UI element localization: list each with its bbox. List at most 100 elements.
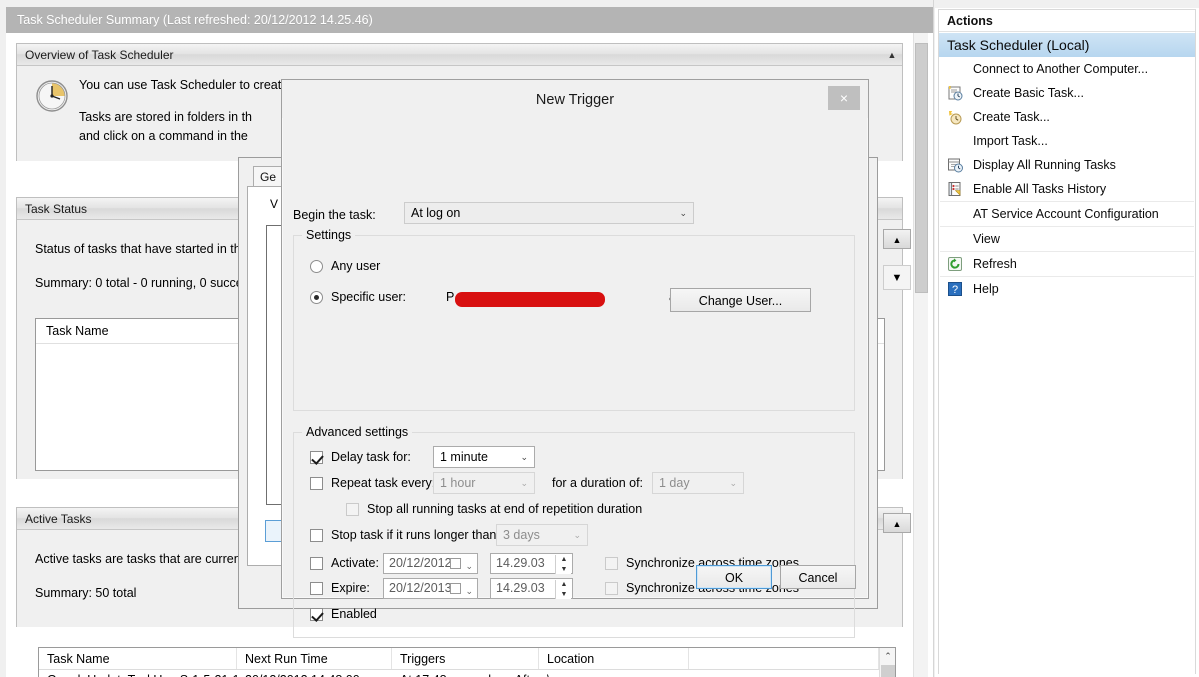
stop-all-running-tasks-checkbox[interactable] [346, 503, 359, 516]
action-refresh[interactable]: Refresh [939, 252, 1195, 276]
calendar-icon [450, 583, 461, 594]
action-label: Create Task... [973, 110, 1050, 124]
task-list-scrollbar[interactable]: ⌃ [879, 648, 895, 677]
redaction-bar [455, 292, 605, 307]
expire-time-spinner[interactable]: ▲ ▼ [555, 580, 571, 599]
new-trigger-dialog: New Trigger × Begin the task: At log on … [281, 79, 869, 638]
expire-checkbox[interactable] [310, 582, 323, 595]
column-header-extra[interactable] [689, 648, 879, 669]
duration-value: 1 day [659, 476, 690, 490]
stop-task-longer-value: 3 days [503, 528, 540, 542]
advanced-settings-group: Advanced settings Delay task for: 1 minu… [293, 425, 855, 638]
clock-icon [35, 79, 69, 113]
expire-date-field[interactable]: 20/12/2013 ⌄ [383, 578, 478, 599]
begin-task-select[interactable]: At log on ⌄ [404, 202, 694, 224]
action-label: Refresh [973, 257, 1017, 271]
cancel-button[interactable]: Cancel [780, 565, 856, 589]
stop-all-running-tasks-label: Stop all running tasks at end of repetit… [367, 502, 643, 516]
enabled-checkbox[interactable] [310, 608, 323, 621]
expire-sync-checkbox[interactable] [605, 582, 618, 595]
activate-time-spinner[interactable]: ▲ ▼ [555, 555, 571, 574]
user-value-prefix: P [446, 290, 455, 304]
column-header-location[interactable]: Location [539, 648, 689, 669]
task-status-collapse-button[interactable]: ▲ [883, 229, 911, 249]
change-user-button[interactable]: Change User... [670, 288, 811, 312]
advanced-settings-group-label: Advanced settings [302, 425, 413, 439]
activate-checkbox[interactable] [310, 557, 323, 570]
action-import-task[interactable]: Import Task... [939, 129, 1195, 153]
actions-list: Connect to Another Computer... Create Ba… [939, 57, 1195, 301]
activate-sync-checkbox[interactable] [605, 557, 618, 570]
action-help[interactable]: ? Help [939, 277, 1195, 301]
active-tasks-collapse-button[interactable]: ▲ [883, 513, 911, 533]
activate-date-field[interactable]: 20/12/2012 ⌄ [383, 553, 478, 574]
duration-select[interactable]: 1 day ⌄ [652, 472, 744, 494]
column-header-next-run-time[interactable]: Next Run Time [237, 648, 392, 669]
repeat-task-label[interactable]: Repeat task every: [331, 476, 435, 490]
action-enable-all-tasks-history[interactable]: Enable All Tasks History [939, 177, 1195, 201]
content-scrollbar-thumb[interactable] [915, 43, 928, 293]
any-user-radio[interactable] [310, 260, 323, 273]
action-display-all-running-tasks[interactable]: Display All Running Tasks [939, 153, 1195, 177]
action-label: Create Basic Task... [973, 86, 1084, 100]
action-label: Connect to Another Computer... [973, 62, 1149, 76]
table-row[interactable]: GoogleUpdateTaskUserS-1-5-21-1... 20/12/… [39, 670, 895, 677]
column-header-task-name[interactable]: Task Name [39, 648, 237, 669]
action-label: Help [973, 282, 999, 296]
task-status-expand-button[interactable]: ▼ [883, 265, 911, 290]
overview-paragraph-2-line-1: Tasks are stored in folders in th [79, 110, 252, 124]
spinner-up-icon[interactable]: ▲ [556, 555, 572, 564]
repeat-task-value: 1 hour [440, 476, 476, 490]
delay-task-label[interactable]: Delay task for: [331, 450, 411, 464]
actions-pane: Actions Task Scheduler (Local) Connect t… [935, 0, 1199, 677]
any-user-label[interactable]: Any user [331, 259, 380, 273]
window-title: Task Scheduler Summary (Last refreshed: … [17, 13, 373, 27]
dialog-title: New Trigger [282, 80, 868, 118]
action-view[interactable]: View [939, 227, 1195, 251]
action-at-service-account-configuration[interactable]: AT Service Account Configuration [939, 202, 1195, 226]
help-icon: ? [947, 281, 963, 297]
delay-task-checkbox[interactable] [310, 451, 323, 464]
screen: Task Scheduler Summary (Last refreshed: … [0, 0, 1199, 677]
collapse-chevron-icon: ▲ [892, 519, 902, 529]
column-header-triggers[interactable]: Triggers [392, 648, 539, 669]
action-create-basic-task[interactable]: Create Basic Task... [939, 81, 1195, 105]
activate-time-field[interactable]: 14.29.03 ▲ ▼ [490, 553, 573, 574]
active-tasks-line-1: Active tasks are tasks that are currentl [35, 552, 247, 566]
spinner-down-icon[interactable]: ▼ [556, 565, 572, 574]
close-icon[interactable]: × [828, 86, 860, 110]
spinner-up-icon[interactable]: ▲ [556, 580, 572, 589]
actions-scope-task-scheduler-local[interactable]: Task Scheduler (Local) [939, 33, 1195, 57]
content-scrollbar[interactable] [913, 33, 928, 677]
expire-time-field[interactable]: 14.29.03 ▲ ▼ [490, 578, 573, 599]
task-list-grid[interactable]: Task Name Next Run Time Triggers Locatio… [38, 647, 896, 677]
ok-button[interactable]: OK [696, 565, 772, 589]
settings-group: Settings Any user Specific user: P a Cha… [293, 228, 855, 411]
actions-pane-title: Actions [939, 10, 1195, 32]
chevron-down-icon: ▼ [891, 272, 903, 284]
action-label: Enable All Tasks History [973, 182, 1107, 196]
repeat-task-checkbox[interactable] [310, 477, 323, 490]
expire-date-value: 20/12/2013 [389, 581, 452, 595]
repeat-task-select[interactable]: 1 hour ⌄ [433, 472, 535, 494]
create-task-field-label: V [270, 197, 279, 211]
task-status-summary: Summary: 0 total - 0 running, 0 succee [35, 276, 250, 290]
spinner-down-icon[interactable]: ▼ [556, 590, 572, 599]
scroll-up-icon[interactable]: ⌃ [881, 649, 895, 664]
action-connect-to-another-computer[interactable]: Connect to Another Computer... [939, 57, 1195, 81]
stop-task-longer-checkbox[interactable] [310, 529, 323, 542]
specific-user-label[interactable]: Specific user: [331, 290, 406, 304]
stop-task-longer-label[interactable]: Stop task if it runs longer than: [331, 528, 500, 542]
task-list-scrollbar-thumb[interactable] [881, 665, 895, 677]
stop-task-longer-select[interactable]: 3 days ⌄ [496, 524, 588, 546]
chevron-down-icon[interactable]: ⌄ [465, 582, 473, 601]
action-label: AT Service Account Configuration [973, 207, 1159, 221]
delay-task-select[interactable]: 1 minute ⌄ [433, 446, 535, 468]
chevron-down-icon[interactable]: ⌄ [465, 557, 473, 576]
collapse-chevron-icon[interactable]: ▲ [886, 49, 898, 61]
specific-user-radio[interactable] [310, 291, 323, 304]
action-label: Display All Running Tasks [973, 158, 1116, 172]
enabled-label[interactable]: Enabled [331, 607, 377, 621]
activate-label[interactable]: Activate: [331, 556, 379, 570]
expire-label[interactable]: Expire: [331, 581, 370, 595]
